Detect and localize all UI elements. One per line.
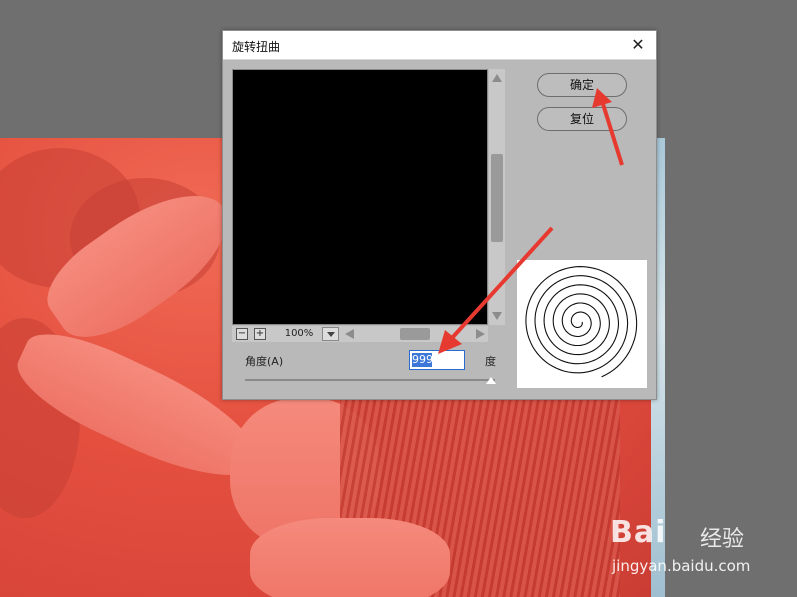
zoom-dropdown-icon[interactable] — [322, 327, 339, 341]
ok-button[interactable]: 确定 — [537, 73, 627, 97]
scroll-left-icon[interactable] — [345, 329, 354, 339]
angle-slider-track[interactable] — [245, 379, 495, 381]
scroll-right-icon[interactable] — [476, 329, 485, 339]
angle-label: 角度(A) — [245, 355, 284, 368]
twirl-preview-icon — [517, 260, 647, 388]
reset-button[interactable]: 复位 — [537, 107, 627, 131]
horizontal-scroll-thumb[interactable] — [400, 328, 430, 340]
angle-slider-thumb[interactable] — [486, 377, 496, 384]
zoom-in-button[interactable]: + — [254, 328, 266, 340]
angle-input-value[interactable]: 999 — [412, 353, 433, 367]
scroll-thumb[interactable] — [491, 154, 503, 242]
dialog-titlebar: 旋转扭曲 ✕ — [223, 31, 656, 60]
twirl-dialog: 旋转扭曲 ✕ − + 100% 确定 复位 角度(A) 999 度 — [222, 30, 657, 400]
close-button[interactable]: ✕ — [628, 35, 648, 55]
zoom-value: 100% — [284, 328, 314, 339]
spiral-icon — [525, 266, 638, 378]
dialog-title: 旋转扭曲 — [232, 40, 281, 54]
scroll-up-icon[interactable] — [492, 74, 502, 82]
scroll-down-icon[interactable] — [492, 312, 502, 320]
baidu-watermark: Bai 经验 jingyan.baidu.com — [610, 515, 780, 585]
preview-vertical-scrollbar[interactable] — [489, 69, 505, 325]
filter-preview[interactable] — [232, 69, 488, 325]
watermark-url: jingyan.baidu.com — [612, 557, 751, 575]
preview-zoom-bar: − + 100% — [232, 326, 488, 342]
angle-unit-label: 度 — [485, 355, 496, 368]
shoulder-shape — [250, 518, 450, 597]
watermark-suffix: 经验 — [700, 527, 745, 552]
watermark-brand: Bai — [610, 515, 667, 550]
zoom-out-button[interactable]: − — [236, 328, 248, 340]
